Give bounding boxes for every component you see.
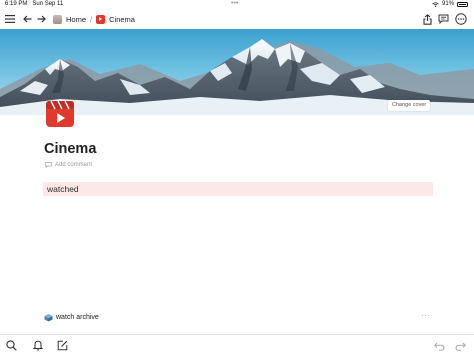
page-title[interactable]: Cinema <box>44 141 96 157</box>
battery-percent: 91% <box>441 1 454 7</box>
new-page-icon[interactable] <box>56 339 69 352</box>
forward-arrow-icon[interactable] <box>34 12 48 26</box>
watch-archive-link[interactable]: watch archive <box>44 312 99 322</box>
notifications-bell-icon[interactable] <box>31 339 44 352</box>
redo-icon[interactable] <box>454 339 467 352</box>
search-icon[interactable] <box>5 339 18 352</box>
change-cover-button[interactable]: Change cover <box>388 100 431 111</box>
home-page-icon <box>53 14 62 24</box>
undo-icon[interactable] <box>433 339 446 352</box>
more-options-icon[interactable] <box>454 12 468 26</box>
multitasking-dots[interactable]: ••• <box>231 0 238 8</box>
add-comment-button[interactable]: Add comment <box>45 160 92 170</box>
share-icon[interactable] <box>420 12 434 26</box>
status-bar: 6:19 PM Sun Sep 11 ••• 91% <box>0 0 474 9</box>
back-arrow-icon[interactable] <box>20 12 34 26</box>
battery-icon <box>457 2 468 7</box>
breadcrumb-home[interactable]: Home <box>66 15 86 24</box>
top-toolbar: Home / Cinema <box>0 10 474 28</box>
archive-box-icon <box>44 313 53 321</box>
status-time: 6:19 PM <box>5 1 28 7</box>
cinema-page-icon <box>96 14 106 24</box>
bottom-toolbar <box>0 336 474 355</box>
add-comment-label: Add comment <box>55 162 93 168</box>
bottom-divider <box>0 334 474 335</box>
watched-block[interactable]: watched <box>43 182 433 196</box>
cinema-icon[interactable] <box>44 100 76 128</box>
comment-icon <box>45 162 52 168</box>
breadcrumb-separator: / <box>90 14 93 24</box>
wifi-icon <box>432 2 439 7</box>
breadcrumb-cinema[interactable]: Cinema <box>109 15 135 24</box>
breadcrumb: Home / Cinema <box>53 13 135 25</box>
status-date: Sun Sep 11 <box>32 1 64 7</box>
comments-icon[interactable] <box>436 12 450 26</box>
menu-icon[interactable] <box>3 12 17 26</box>
watch-archive-label: watch archive <box>56 313 99 321</box>
link-more-options[interactable]: ··· <box>421 311 431 320</box>
